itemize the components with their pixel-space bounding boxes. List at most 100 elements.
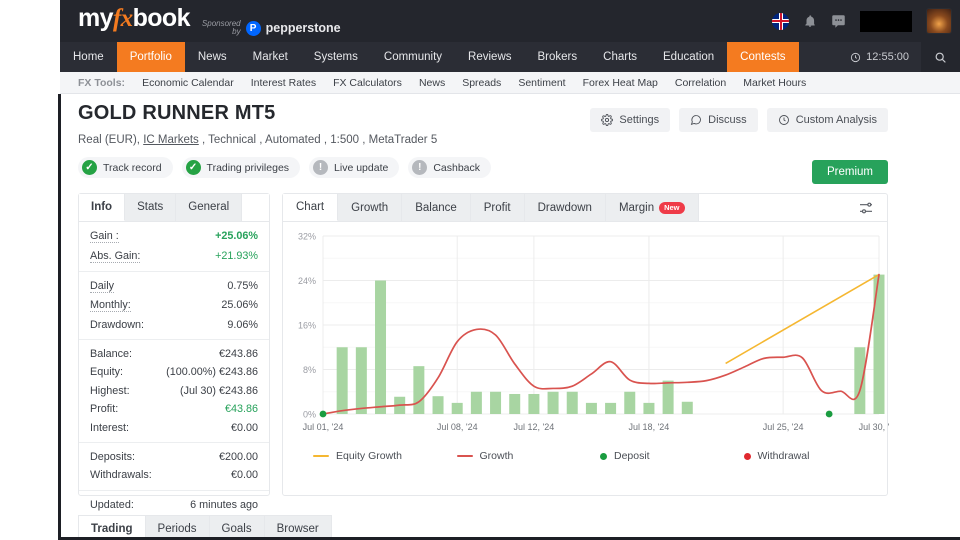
discuss-button[interactable]: Discuss (679, 108, 758, 132)
nav-item-market[interactable]: Market (240, 42, 301, 72)
tab-growth[interactable]: Growth (338, 194, 403, 221)
svg-text:Jul 08, '24: Jul 08, '24 (437, 422, 478, 432)
tab-chart[interactable]: Chart (283, 194, 339, 221)
custom-analysis-button[interactable]: Custom Analysis (766, 108, 888, 132)
search-button[interactable] (921, 42, 960, 72)
chat-icon[interactable] (831, 14, 846, 29)
nav-item-community[interactable]: Community (371, 42, 455, 72)
stat-row-highest: Highest: (Jul 30) €243.86 (90, 382, 258, 400)
settings-button[interactable]: Settings (590, 108, 671, 132)
chart-options-button[interactable] (845, 194, 887, 221)
chart-panel: Chart Growth Balance Profit Drawdown Mar… (282, 193, 899, 496)
stat-row-balance: Balance: €243.86 (90, 345, 258, 363)
tab-profit[interactable]: Profit (470, 194, 525, 221)
fx-link-market-hours[interactable]: Market Hours (743, 77, 806, 89)
svg-text:8%: 8% (303, 365, 316, 375)
stat-key: Abs. Gain: (90, 249, 141, 263)
badge-trading-privileges[interactable]: ✓ Trading privileges (181, 157, 301, 178)
fx-tools-label: FX Tools: (78, 76, 126, 89)
top-header-right (772, 8, 960, 34)
stat-value: €0.00 (230, 421, 258, 434)
legend-item-deposit[interactable]: Deposit (600, 450, 744, 462)
discuss-label: Discuss (708, 114, 747, 126)
svg-text:Jul 12, '24: Jul 12, '24 (514, 422, 555, 432)
stat-row-deposits: Deposits: €200.00 (90, 448, 258, 466)
tab-info[interactable]: Info (79, 194, 126, 221)
comment-icon (690, 115, 702, 125)
tab-margin[interactable]: Margin New (605, 194, 699, 221)
stat-value: €43.86 (224, 403, 258, 416)
badge-track-record[interactable]: ✓ Track record (78, 157, 173, 178)
account-sub-post: , Technical , Automated , 1:500 , MetaTr… (198, 134, 438, 146)
chart-legend: Equity Growth Growth Deposit Withdrawal (283, 444, 887, 462)
stat-key: Withdrawals: (90, 469, 152, 482)
site-logo[interactable]: myfxbook Sponsored by P pepperstone (78, 3, 341, 37)
account-badges: ✓ Track record ✓ Trading privileges ! Li… (78, 157, 888, 178)
sponsor-name: pepperstone (265, 21, 341, 35)
fx-link-news[interactable]: News (419, 77, 445, 89)
top-header: myfxbook Sponsored by P pepperstone (60, 0, 960, 42)
check-icon: ✓ (185, 160, 201, 175)
stat-key: Gain : (90, 230, 119, 244)
account-actions: Settings Discuss Custom Analysis (590, 108, 888, 132)
tab-stats[interactable]: Stats (125, 194, 177, 221)
search-icon (935, 52, 946, 63)
fx-link-forex-heat-map[interactable]: Forex Heat Map (583, 77, 658, 89)
badge-live-update[interactable]: ! Live update (309, 157, 400, 178)
user-avatar[interactable] (926, 8, 952, 34)
svg-text:32%: 32% (298, 232, 316, 242)
left-rail (58, 94, 61, 540)
nav-item-systems[interactable]: Systems (301, 42, 371, 72)
legend-item-withdrawal[interactable]: Withdrawal (743, 450, 888, 462)
svg-text:0%: 0% (303, 410, 316, 420)
legend-label: Withdrawal (757, 450, 810, 462)
nav-item-portfolio[interactable]: Portfolio (116, 42, 185, 72)
stat-value: 6 minutes ago (190, 498, 258, 511)
fx-link-fx-calculators[interactable]: FX Calculators (333, 77, 402, 89)
exclamation-icon: ! (313, 160, 329, 175)
logo-book: book (132, 3, 191, 32)
stat-group-cashflow: Deposits: €200.00 Withdrawals: €0.00 (79, 443, 269, 491)
broker-link[interactable]: IC Markets (143, 134, 199, 146)
nav-item-brokers[interactable]: Brokers (525, 42, 591, 72)
stat-key: Highest: (90, 384, 130, 397)
fx-link-spreads[interactable]: Spreads (462, 77, 501, 89)
badge-label: Cashback (433, 161, 481, 174)
tab-drawdown[interactable]: Drawdown (524, 194, 606, 221)
fx-link-correlation[interactable]: Correlation (675, 77, 726, 89)
stat-key: Drawdown: (90, 318, 145, 331)
stat-key: Deposits: (90, 450, 136, 463)
nav-item-reviews[interactable]: Reviews (455, 42, 524, 72)
clock-icon (851, 52, 861, 62)
fx-tools-bar: FX Tools: Economic Calendar Interest Rat… (60, 72, 960, 94)
legend-item-equity-growth[interactable]: Equity Growth (313, 450, 457, 462)
tab-general[interactable]: General (176, 194, 243, 221)
custom-analysis-label: Custom Analysis (795, 114, 877, 126)
premium-button[interactable]: Premium (811, 160, 888, 184)
uk-flag-icon[interactable] (772, 12, 789, 30)
fx-link-sentiment[interactable]: Sentiment (518, 77, 565, 89)
chart-plot-area[interactable]: 0% 8% 16% 24% 32% Jul 01, '24 Jul 08, '24 Jul 1… (283, 222, 899, 444)
fx-link-interest-rates[interactable]: Interest Rates (251, 77, 316, 89)
stat-key: Monthly: (90, 299, 131, 313)
nav-item-news[interactable]: News (185, 42, 240, 72)
stat-row-withdrawals: Withdrawals: €0.00 (90, 466, 258, 484)
nav-item-home[interactable]: Home (60, 42, 117, 72)
sponsor-block: Sponsored by P pepperstone (202, 19, 341, 37)
hidden-banner-box (860, 10, 912, 32)
stat-value: (100.00%) €243.86 (166, 366, 258, 379)
nav-item-charts[interactable]: Charts (590, 42, 650, 72)
nav-item-education[interactable]: Education (650, 42, 727, 72)
logo-text: myfxbook (78, 3, 191, 32)
tab-balance[interactable]: Balance (402, 194, 471, 221)
svg-text:24%: 24% (298, 276, 316, 286)
stat-value: +21.93% (215, 249, 258, 262)
nav-item-contests[interactable]: Contests (727, 42, 799, 72)
stat-row-equity: Equity: (100.00%) €243.86 (90, 363, 258, 381)
fx-link-economic-calendar[interactable]: Economic Calendar (142, 77, 234, 89)
svg-text:Jul 30, '24: Jul 30, '24 (859, 422, 889, 432)
stat-group-performance: Daily 0.75% Monthly: 25.06% Drawdown: 9.… (79, 272, 269, 340)
bell-icon[interactable] (803, 14, 817, 28)
legend-item-growth[interactable]: Growth (456, 450, 601, 462)
badge-cashback[interactable]: ! Cashback (408, 157, 492, 178)
